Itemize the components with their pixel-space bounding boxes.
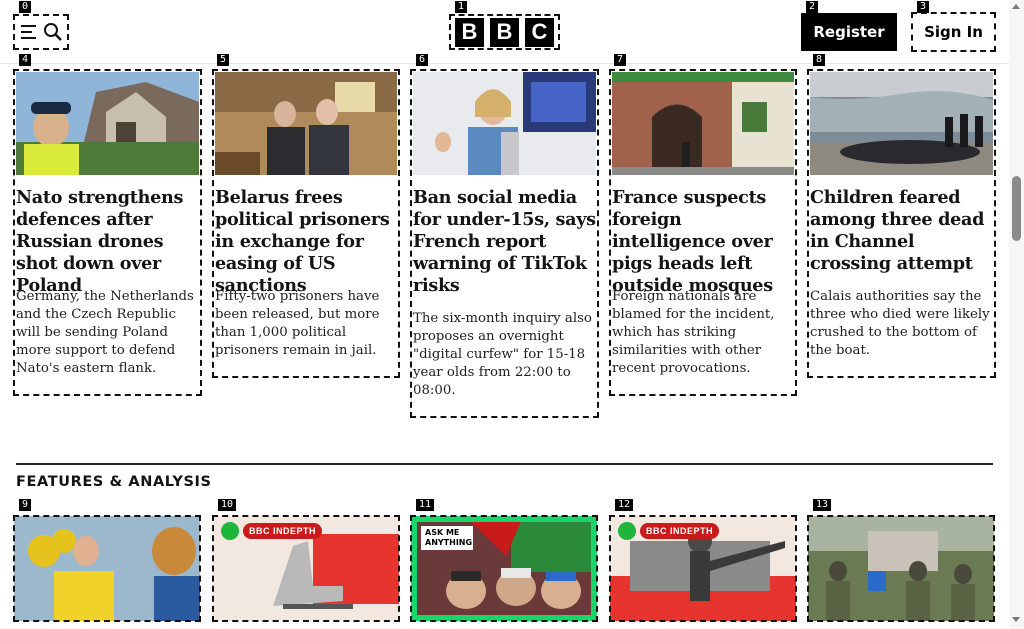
element-badge: 4 [19,54,32,66]
feature-card-indepth-statue[interactable]: BBC INDEPTH [609,515,797,622]
element-badge: 7 [614,54,627,66]
story-headline[interactable]: Children feared among three dead in Chan… [810,187,995,275]
story-image [16,72,199,175]
story-summary: Calais authorities say the three who die… [810,289,990,358]
story-summary: The six-month inquiry also proposes an o… [413,311,592,398]
menu-search-button[interactable] [13,14,69,50]
logo-letter: B [455,17,484,47]
scroll-up-arrow-icon[interactable] [1012,4,1020,9]
feature-card-ask-me-anything[interactable]: ASK ME ANYTHING [410,515,598,622]
element-badge: 8 [813,54,826,66]
register-button[interactable]: Register [801,13,897,51]
story-summary: Germany, the Netherlands and the Czech R… [16,289,194,376]
element-badge: 13 [813,499,832,511]
feature-card-soldiers[interactable] [807,515,995,622]
indepth-dot [618,522,636,540]
story-image [612,72,794,175]
story-card-france-mosques[interactable]: France suspects foreign intelligence ove… [609,69,797,396]
sign-in-button[interactable]: Sign In [911,12,996,52]
element-badge: 1 [455,1,468,13]
element-badge: 6 [416,54,429,66]
section-title: FEATURES & ANALYSIS [16,474,212,490]
element-badge: 9 [19,499,32,511]
feature-image [808,516,994,621]
menu-icon [21,25,36,39]
story-headline[interactable]: Belarus frees political prisoners in exc… [215,187,399,297]
story-headline[interactable]: Nato strengthens defences after Russian … [16,187,201,297]
ama-tag: ASK ME ANYTHING [421,526,473,550]
element-badge: 5 [217,54,230,66]
logo-letter: C [525,17,554,47]
story-summary: Foreign nationals are blamed for the inc… [612,289,775,376]
story-image [810,72,993,175]
story-card-social-media[interactable]: Ban social media for under-15s, says Fre… [410,69,599,418]
story-summary: Fifty-two prisoners have been released, … [215,289,380,358]
element-badge: 3 [917,1,930,13]
scrollbar-thumb[interactable] [1012,176,1021,241]
story-card-belarus[interactable]: Belarus frees political prisoners in exc… [212,69,400,378]
indepth-label: BBC INDEPTH [640,523,720,539]
story-headline[interactable]: Ban social media for under-15s, says Fre… [413,187,598,297]
indepth-label: BBC INDEPTH [243,523,323,539]
story-image [215,72,397,175]
scrollbar-track[interactable] [1009,0,1024,629]
logo-letter: B [490,17,519,47]
section-divider [16,463,993,465]
indepth-dot [221,522,239,540]
story-headline[interactable]: France suspects foreign intelligence ove… [612,187,796,297]
feature-image [14,516,200,621]
feature-card-indepth-chair[interactable]: BBC INDEPTH [212,515,400,622]
element-badge: 12 [615,499,634,511]
indepth-tag: BBC INDEPTH [618,522,720,540]
bbc-logo[interactable]: B B C [449,14,560,50]
story-image [413,72,596,175]
element-badge: 11 [416,499,435,511]
story-card-nato[interactable]: Nato strengthens defences after Russian … [13,69,202,396]
element-badge: 0 [19,1,32,13]
story-card-channel[interactable]: Children feared among three dead in Chan… [807,69,996,378]
feature-card-athlete[interactable] [13,515,201,622]
search-icon [44,23,62,41]
element-badge: 10 [218,499,237,511]
scroll-down-arrow-icon[interactable] [1012,617,1020,622]
indepth-tag: BBC INDEPTH [221,522,323,540]
element-badge: 2 [806,1,819,13]
